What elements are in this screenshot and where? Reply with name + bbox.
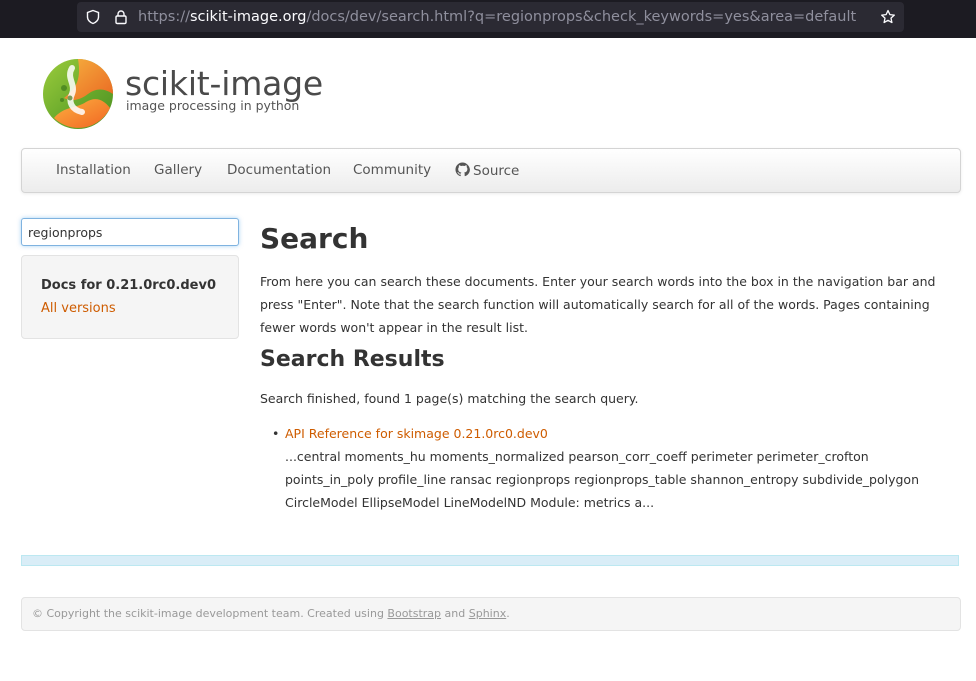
- search-status: Search finished, found 1 page(s) matchin…: [260, 391, 639, 406]
- nav-community[interactable]: Community: [353, 162, 431, 179]
- copyright-middle: and: [441, 607, 469, 620]
- result-link[interactable]: API Reference for skimage 0.21.0rc0.dev0: [285, 422, 957, 445]
- result-context: ...central moments_hu moments_normalized…: [285, 449, 919, 510]
- browser-toolbar: https://scikit-image.org/docs/dev/search…: [0, 0, 976, 38]
- list-item: • API Reference for skimage 0.21.0rc0.de…: [272, 422, 957, 514]
- nav-gallery[interactable]: Gallery: [154, 162, 202, 179]
- github-icon: [455, 162, 470, 177]
- nav-source-label: Source: [473, 163, 520, 179]
- nav-documentation[interactable]: Documentation: [227, 162, 331, 179]
- versions-panel: Docs for 0.21.0rc0.dev0 All versions: [21, 255, 239, 339]
- shield-icon[interactable]: [85, 9, 101, 25]
- site-tagline: image processing in python: [126, 98, 300, 113]
- search-input[interactable]: [21, 218, 239, 246]
- footer: © Copyright the scikit-image development…: [21, 597, 961, 631]
- page-title: Search: [260, 222, 369, 255]
- url-scheme: https://: [138, 9, 190, 25]
- sphinx-link[interactable]: Sphinx: [469, 607, 506, 620]
- address-bar[interactable]: https://scikit-image.org/docs/dev/search…: [77, 2, 904, 32]
- bootstrap-link[interactable]: Bootstrap: [387, 607, 441, 620]
- docs-version-label: Docs for 0.21.0rc0.dev0: [41, 278, 217, 293]
- bullet-icon: •: [272, 426, 280, 441]
- results-heading: Search Results: [260, 347, 445, 372]
- nav-installation[interactable]: Installation: [56, 162, 131, 179]
- all-versions-link[interactable]: All versions: [41, 301, 116, 316]
- bookmark-star-icon[interactable]: [880, 9, 896, 25]
- main-navbar: Installation Gallery Documentation Commu…: [21, 148, 961, 193]
- url-host: scikit-image.org: [189, 9, 307, 25]
- copyright-text: © Copyright the scikit-image development…: [32, 607, 510, 621]
- lock-icon[interactable]: [113, 9, 129, 25]
- footer-divider: [21, 555, 959, 566]
- nav-source[interactable]: Source: [455, 162, 519, 180]
- url-text[interactable]: https://scikit-image.org/docs/dev/search…: [138, 9, 856, 25]
- url-path: /docs/dev/search.html?q=regionprops&chec…: [306, 9, 857, 25]
- site-name[interactable]: scikit-image: [125, 66, 323, 102]
- scikit-image-logo-icon[interactable]: [42, 58, 114, 130]
- copyright-suffix: .: [506, 607, 510, 620]
- copyright-prefix: © Copyright the scikit-image development…: [32, 607, 388, 620]
- search-results-list: • API Reference for skimage 0.21.0rc0.de…: [272, 422, 957, 514]
- search-intro-text: From here you can search these documents…: [260, 274, 936, 335]
